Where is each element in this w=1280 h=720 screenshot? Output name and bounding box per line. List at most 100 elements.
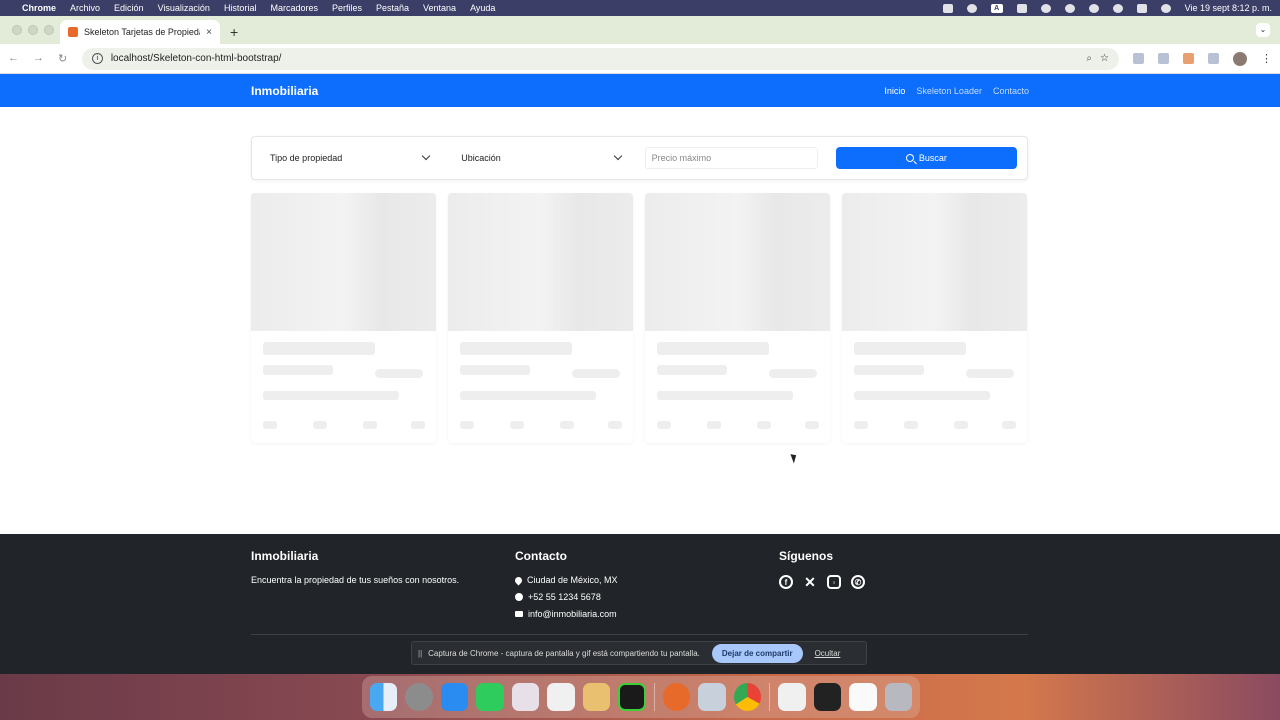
preview-app-icon[interactable] [698,683,726,711]
firefox-icon[interactable] [662,683,691,711]
bluetooth-icon[interactable] [1040,3,1051,13]
skeleton-feature [460,421,474,429]
system-settings-icon[interactable] [405,683,433,711]
footer-tagline: Encuentra la propiedad de tus sueños con… [251,575,460,585]
nav-link-contacto[interactable]: Contacto [993,86,1029,96]
headphones-icon[interactable] [966,3,977,13]
profile-avatar[interactable] [1233,51,1247,66]
menu-visualizacion[interactable]: Visualización [158,3,210,13]
instagram-icon[interactable]: ◦ [827,575,841,589]
tab-close-icon[interactable]: × [206,27,212,38]
finder-icon[interactable] [370,683,398,711]
app-store-icon[interactable] [440,683,469,711]
stop-sharing-button[interactable]: Dejar de compartir [711,643,803,663]
more-menu-icon[interactable]: ⋮ [1261,52,1272,65]
nav-buttons: ← → ↻ [8,52,78,65]
menu-chrome[interactable]: Chrome [22,3,56,13]
skeleton-feature [263,421,277,429]
menu-archivo[interactable]: Archivo [70,3,100,13]
minimized-window-icon[interactable] [813,683,842,711]
max-price-input[interactable]: Precio máximo [644,147,818,169]
siri-icon[interactable] [1160,3,1171,13]
extension-icon-3[interactable] [1183,53,1194,64]
display-icon[interactable] [1016,3,1027,13]
omnibox[interactable]: i localhost/Skeleton-con-html-bootstrap/… [81,47,1119,70]
x-twitter-icon[interactable]: ✕ [803,574,817,590]
skeleton-line [460,391,596,400]
trash-icon[interactable] [884,683,913,711]
footer-address: Ciudad de México, MX [513,575,618,585]
browser-tab[interactable]: Skeleton Tarjetas de Propiedades × [60,20,220,44]
menu-marcadores[interactable]: Marcadores [270,3,318,13]
url-text[interactable]: localhost/Skeleton-con-html-bootstrap/ [111,53,282,64]
new-tab-button[interactable]: + [230,24,238,40]
control-center-icon[interactable] [1136,3,1147,13]
menu-perfiles[interactable]: Perfiles [332,3,362,13]
macos-menu-bar: Chrome Archivo Edición Visualización His… [0,0,1280,16]
hide-button[interactable]: Ocultar [815,649,841,658]
document-icon[interactable] [942,3,953,13]
close-window-button[interactable] [12,25,22,35]
location-select[interactable]: Ubicación [453,147,626,169]
skeleton-feature [707,421,721,429]
minimized-window-icon[interactable] [778,683,806,711]
status-icons: A Vie 19 sept 8:12 p. m. [942,3,1272,13]
skeleton-card [645,193,830,443]
menu-pestana[interactable]: Pestaña [376,3,409,13]
email-text[interactable]: info@inmobiliaria.com [528,609,617,619]
macos-dock [362,676,920,718]
skeleton-title [854,342,966,355]
zoom-window-button[interactable] [44,25,54,35]
property-type-select[interactable]: Tipo de propiedad [262,147,435,169]
reload-icon[interactable]: ↻ [58,52,67,65]
menu-edicion[interactable]: Edición [114,3,144,13]
bookmark-star-icon[interactable]: ☆ [1100,53,1109,64]
terminal-app-icon[interactable] [618,683,646,711]
extension-icon-1[interactable] [1133,53,1144,64]
search-form: Tipo de propiedad Ubicación Precio máxim… [251,136,1028,180]
files-app-icon[interactable] [547,683,575,711]
menu-ayuda[interactable]: Ayuda [470,3,495,13]
back-icon[interactable]: ← [8,52,19,65]
extension-icon-2[interactable] [1158,53,1169,64]
wifi-icon[interactable] [1088,3,1099,13]
social-links: f ✕ ◦ ✆ [779,574,865,590]
site-info-icon[interactable]: i [91,53,103,64]
skeleton-card [842,193,1027,443]
play-icon[interactable] [1064,3,1075,13]
skeleton-price [572,369,620,378]
input-source-icon[interactable]: A [990,3,1003,13]
zoom-icon[interactable]: ⌕ [1086,53,1092,64]
site-brand[interactable]: Inmobiliaria [251,84,318,98]
whatsapp-icon[interactable]: ✆ [851,575,865,589]
clock[interactable]: Vie 19 sept 8:12 p. m. [1185,3,1272,13]
search-icon[interactable] [1112,3,1123,13]
forward-icon[interactable]: → [33,52,44,65]
skeleton-price [375,369,423,378]
dock-separator [653,683,655,711]
address-bar: ← → ↻ i localhost/Skeleton-con-html-boot… [0,44,1280,74]
nav-link-skeleton-loader[interactable]: Skeleton Loader [916,86,982,96]
menu-ventana[interactable]: Ventana [423,3,456,13]
site-nav-links: Inicio Skeleton Loader Contacto [884,86,1029,96]
site-footer: Inmobiliaria Encuentra la propiedad de t… [0,534,1280,674]
nav-link-inicio[interactable]: Inicio [884,86,905,96]
footer-social: Síguenos f ✕ ◦ ✆ [779,549,865,590]
cake-app-icon[interactable] [582,683,611,711]
search-button[interactable]: Buscar [835,147,1017,169]
facebook-icon[interactable]: f [779,575,793,589]
whatsapp-app-icon[interactable] [476,683,504,711]
search-button-label: Buscar [918,153,947,163]
skeleton-feature [608,421,622,429]
main-content: Tipo de propiedad Ubicación Precio máxim… [0,107,1280,534]
skeleton-line [657,391,793,400]
puzzle-icon[interactable] [1208,53,1219,64]
launchpad-icon[interactable] [511,683,540,711]
skeleton-feature [411,421,425,429]
minimized-window-icon[interactable] [849,683,877,711]
tab-search-icon[interactable]: ⌄ [1256,23,1270,37]
chrome-icon[interactable] [733,683,762,711]
minimize-window-button[interactable] [28,25,38,35]
property-cards [251,193,1031,443]
menu-historial[interactable]: Historial [224,3,257,13]
